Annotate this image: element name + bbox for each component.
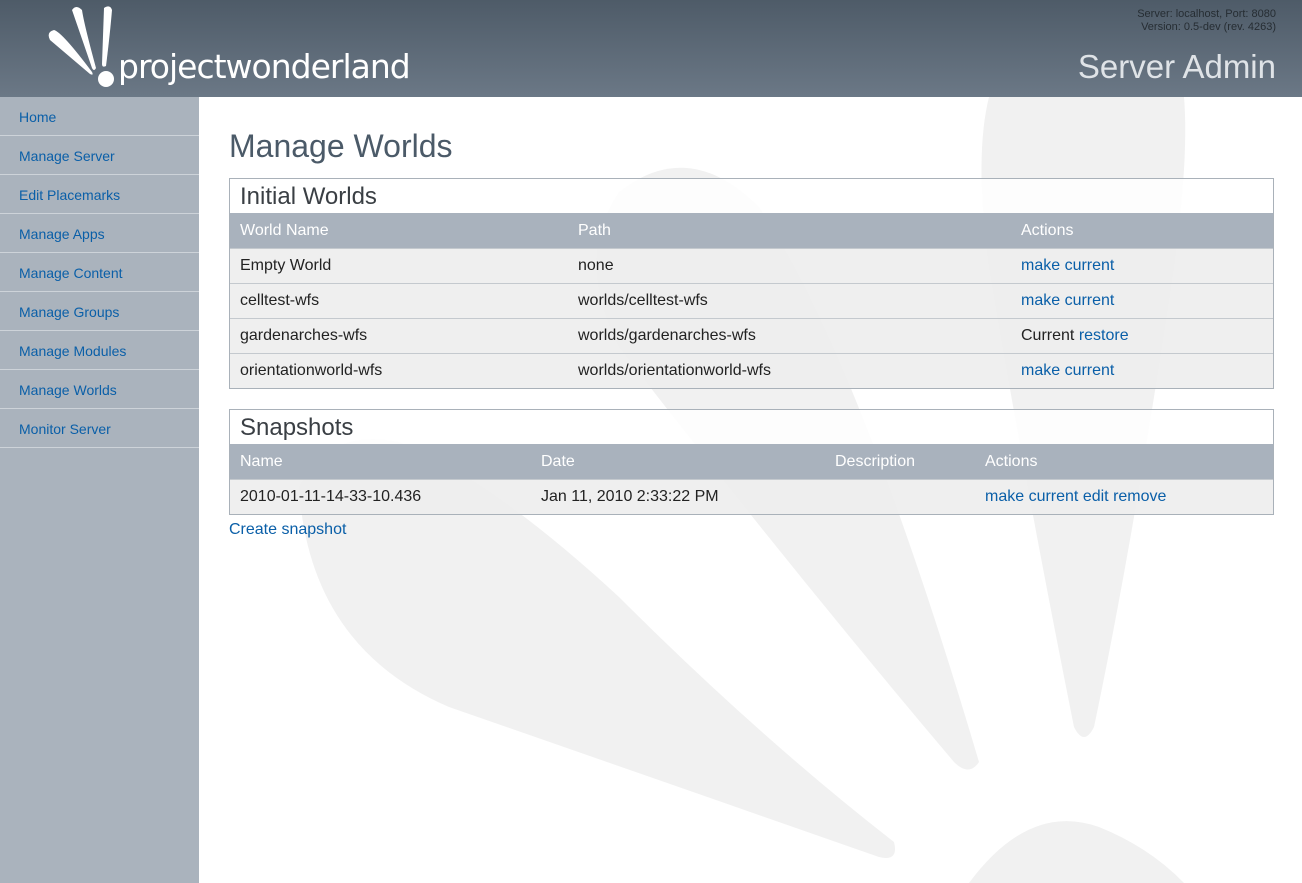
column-header-actions: Actions	[975, 444, 1273, 480]
table-header-row: Name Date Description Actions	[230, 444, 1273, 480]
column-header-actions: Actions	[1011, 213, 1273, 249]
table-header-row: World Name Path Actions	[230, 213, 1273, 249]
table-row: 2010-01-11-14-33-10.436 Jan 11, 2010 2:3…	[230, 479, 1273, 514]
initial-worlds-panel: Initial Worlds World Name Path Actions E…	[229, 178, 1274, 389]
snapshot-name-cell: 2010-01-11-14-33-10.436	[230, 479, 531, 514]
app-title: Server Admin	[1077, 48, 1276, 85]
initial-worlds-title: Initial Worlds	[230, 179, 1273, 213]
world-name-cell: gardenarches-wfs	[230, 318, 568, 354]
world-name-cell: celltest-wfs	[230, 283, 568, 319]
server-host-port: Server: localhost, Port: 8080	[1137, 8, 1276, 20]
sidebar-item-manage-apps[interactable]: Manage Apps	[0, 214, 199, 253]
column-header-path: Path	[568, 213, 1011, 249]
column-header-date: Date	[531, 444, 825, 480]
snapshot-date-cell: Jan 11, 2010 2:33:22 PM	[531, 479, 825, 514]
world-actions-cell: make current	[1011, 248, 1273, 284]
sidebar-item-home[interactable]: Home	[0, 97, 199, 136]
make-current-link[interactable]: make current	[1021, 292, 1114, 309]
create-snapshot-link[interactable]: Create snapshot	[229, 521, 346, 539]
snapshots-title: Snapshots	[230, 410, 1273, 444]
column-header-name: Name	[230, 444, 531, 480]
world-name-cell: orientationworld-wfs	[230, 353, 568, 388]
snapshots-table: Name Date Description Actions 2010-01-11…	[230, 444, 1273, 514]
world-path-cell: worlds/gardenarches-wfs	[568, 318, 1011, 354]
make-current-link[interactable]: make current	[1021, 257, 1114, 274]
sidebar-nav: Home Manage Server Edit Placemarks Manag…	[0, 97, 199, 883]
make-current-link[interactable]: make current	[1021, 362, 1114, 379]
sidebar-item-manage-groups[interactable]: Manage Groups	[0, 292, 199, 331]
world-path-cell: none	[568, 248, 1011, 284]
world-path-cell: worlds/celltest-wfs	[568, 283, 1011, 319]
table-row: celltest-wfs worlds/celltest-wfs make cu…	[230, 283, 1273, 319]
world-actions-cell: Current restore	[1011, 318, 1273, 354]
world-actions-cell: make current	[1011, 283, 1273, 319]
sidebar-item-monitor-server[interactable]: Monitor Server	[0, 409, 199, 448]
snapshot-description-cell	[825, 479, 975, 514]
world-name-cell: Empty World	[230, 248, 568, 284]
main-content: Manage Worlds Initial Worlds World Name …	[199, 97, 1302, 883]
column-header-world-name: World Name	[230, 213, 568, 249]
table-row: orientationworld-wfs worlds/orientationw…	[230, 353, 1273, 388]
table-row: Empty World none make current	[230, 248, 1273, 284]
initial-worlds-table: World Name Path Actions Empty World none…	[230, 213, 1273, 388]
sidebar-item-manage-modules[interactable]: Manage Modules	[0, 331, 199, 370]
sidebar-item-manage-server[interactable]: Manage Server	[0, 136, 199, 175]
snapshots-panel: Snapshots Name Date Description Actions	[229, 409, 1274, 515]
table-row: gardenarches-wfs worlds/gardenarches-wfs…	[230, 318, 1273, 354]
world-path-cell: worlds/orientationworld-wfs	[568, 353, 1011, 388]
header-bar: projectwonderland Server: localhost, Por…	[0, 0, 1302, 97]
server-info: Server: localhost, Port: 8080 Version: 0…	[1137, 8, 1276, 34]
sidebar-item-manage-worlds[interactable]: Manage Worlds	[0, 370, 199, 409]
sidebar-item-manage-content[interactable]: Manage Content	[0, 253, 199, 292]
sidebar-item-edit-placemarks[interactable]: Edit Placemarks	[0, 175, 199, 214]
column-header-description: Description	[825, 444, 975, 480]
wonderland-logo-icon	[48, 6, 114, 87]
world-actions-cell: make current	[1011, 353, 1273, 388]
current-status-label: Current	[1021, 327, 1075, 344]
logo-wordmark: projectwonderland	[118, 47, 411, 86]
restore-link[interactable]: restore	[1079, 327, 1129, 344]
make-current-link[interactable]: make current	[985, 488, 1078, 505]
page-title: Manage Worlds	[229, 128, 453, 164]
server-version: Version: 0.5-dev (rev. 4263)	[1141, 21, 1276, 33]
snapshot-actions-cell: make current edit remove	[975, 479, 1273, 514]
remove-link[interactable]: remove	[1113, 488, 1166, 505]
edit-link[interactable]: edit	[1083, 488, 1109, 505]
